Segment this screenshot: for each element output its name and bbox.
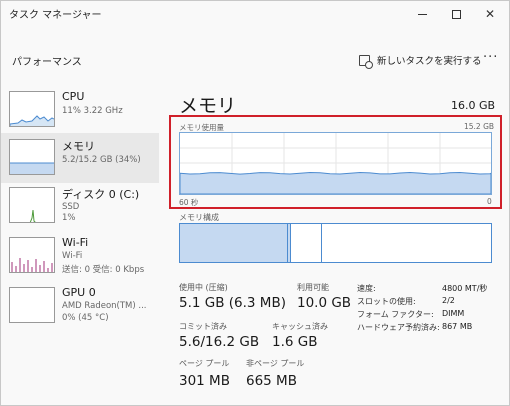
sidebar-item-detail: 11% 3.22 GHz (62, 106, 123, 116)
memory-thumbnail-graph (9, 139, 55, 175)
composition-in-use (180, 224, 288, 262)
stat-paged-pool-label: ページ プール (179, 359, 230, 368)
sidebar-item-detail: 送信: 0 受信: 0 Kbps (62, 265, 145, 275)
sidebar-item-detail: Wi-Fi (62, 251, 83, 261)
sidebar-item-wifi[interactable]: Wi-Fi Wi-Fi 送信: 0 受信: 0 Kbps (1, 231, 159, 281)
disk-thumbnail-graph (9, 187, 55, 223)
maximize-button[interactable] (439, 1, 473, 27)
detail-hw-reserved-value: 867 MB (442, 322, 473, 331)
detail-hw-reserved-key: ハードウェア予約済み: (357, 323, 440, 332)
sidebar-item-detail: 5.2/15.2 GB (34%) (62, 155, 141, 165)
detail-slots-value: 2/2 (442, 296, 455, 305)
run-task-icon (359, 54, 373, 69)
stat-in-use-value: 5.1 GB (6.3 MB) (179, 295, 286, 311)
main-title: メモリ (179, 95, 237, 117)
detail-slots-key: スロットの使用: (357, 297, 416, 306)
stat-cached-label: キャッシュ済み (272, 322, 328, 331)
minimize-icon (417, 13, 427, 15)
window-title: タスク マネージャー (9, 10, 102, 21)
wifi-thumbnail-graph (9, 237, 55, 273)
stat-nonpaged-pool-value: 665 MB (246, 373, 297, 389)
graph-time-left: 60 秒 (179, 198, 199, 207)
memory-composition-label: メモリ構成 (179, 213, 219, 222)
detail-form-factor-value: DIMM (442, 309, 465, 318)
stat-available-value: 10.0 GB (297, 295, 352, 311)
sidebar-item-gpu[interactable]: GPU 0 AMD Radeon(TM) ... 0% (45 °C) (1, 281, 159, 331)
detail-speed-value: 4800 MT/秒 (442, 284, 488, 293)
sidebar-item-memory[interactable]: メモリ 5.2/15.2 GB (34%) (1, 133, 159, 183)
page-title: パフォーマンス (12, 57, 82, 68)
title-bar[interactable]: タスク マネージャー ✕ (1, 1, 509, 27)
minimize-button[interactable] (405, 1, 439, 27)
stat-paged-pool-value: 301 MB (179, 373, 230, 389)
run-new-task-button[interactable]: 新しいタスクを実行する (359, 53, 482, 69)
stat-committed-value: 5.6/16.2 GB (179, 334, 260, 350)
sidebar-item-label: GPU 0 (62, 286, 96, 299)
memory-usage-fill (179, 171, 492, 195)
sidebar-item-disk[interactable]: ディスク 0 (C:) SSD 1% (1, 181, 159, 231)
stat-cached-value: 1.6 GB (272, 334, 318, 350)
more-options-icon[interactable]: ··· (483, 50, 498, 65)
sidebar-item-detail: AMD Radeon(TM) ... (62, 301, 147, 311)
detail-form-factor-key: フォーム ファクター: (357, 310, 434, 319)
sidebar-item-label: メモリ (62, 140, 95, 153)
stat-committed-label: コミット済み (179, 322, 227, 331)
task-manager-window: タスク マネージャー ✕ パフォーマンス 新しいタスクを実行する ··· CPU… (0, 0, 510, 406)
memory-total: 16.0 GB (451, 99, 496, 112)
sidebar-item-label: Wi-Fi (62, 236, 89, 249)
sidebar-item-detail: SSD (62, 202, 80, 212)
close-button[interactable]: ✕ (473, 1, 507, 27)
close-icon: ✕ (484, 7, 496, 21)
sidebar-item-label: CPU (62, 90, 85, 103)
gpu-thumbnail-graph (9, 287, 55, 323)
graph-time-right: 0 (487, 197, 492, 206)
cpu-thumbnail-graph (9, 91, 55, 127)
stat-nonpaged-pool-label: 非ページ プール (246, 359, 305, 368)
memory-composition-bar (179, 223, 492, 263)
page-header: パフォーマンス 新しいタスクを実行する ··· (1, 41, 509, 73)
run-new-task-label: 新しいタスクを実行する (377, 56, 482, 67)
performance-sidebar: CPU 11% 3.22 GHz メモリ 5.2/15.2 GB (34%) デ… (1, 85, 159, 406)
sidebar-item-detail: 0% (45 °C) (62, 313, 109, 323)
memory-usage-max: 15.2 GB (464, 122, 495, 131)
stat-in-use-label: 使用中 (圧縮) (179, 283, 228, 292)
sidebar-item-detail: 1% (62, 213, 76, 223)
memory-usage-graph (179, 132, 492, 195)
sidebar-item-label: ディスク 0 (C:) (62, 188, 140, 201)
stat-available-label: 利用可能 (297, 283, 329, 292)
sidebar-item-cpu[interactable]: CPU 11% 3.22 GHz (1, 85, 159, 135)
detail-speed-key: 速度: (357, 284, 376, 293)
maximize-icon (451, 9, 461, 19)
composition-standby (291, 224, 322, 262)
